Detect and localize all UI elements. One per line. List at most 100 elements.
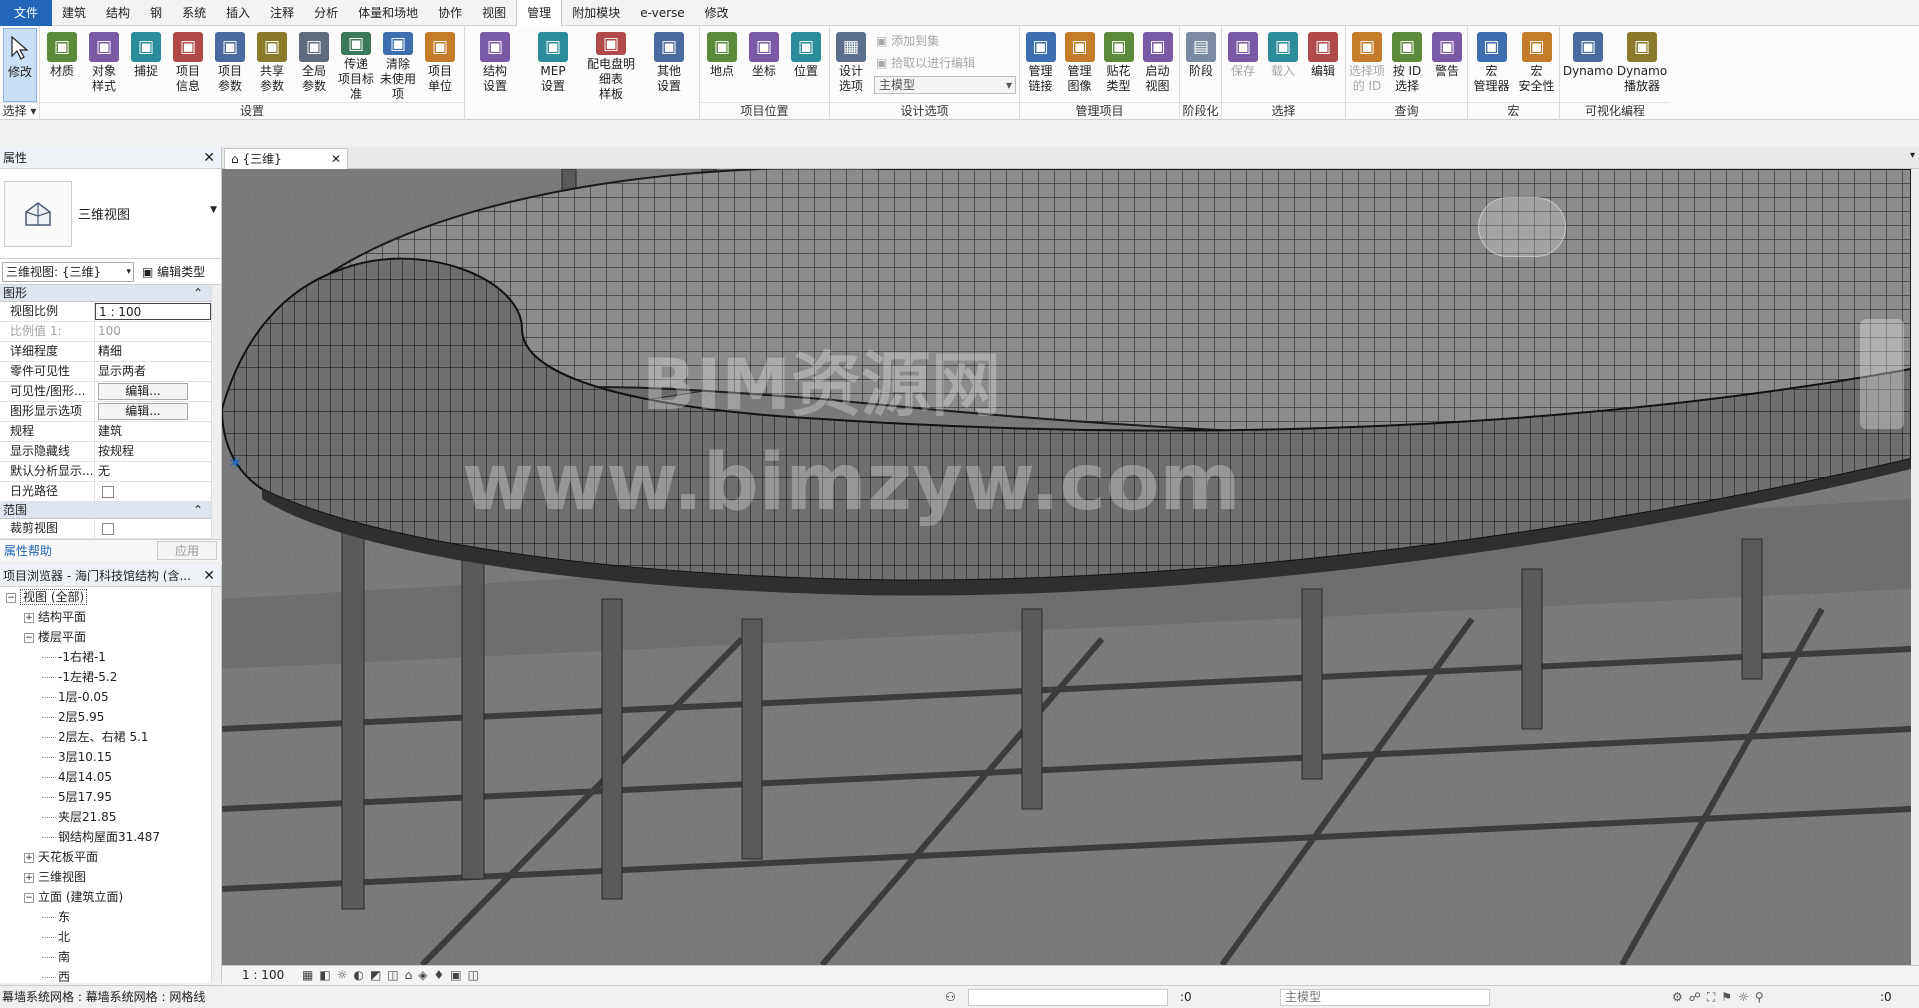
browser-item[interactable]: 4层14.05 [0,767,221,787]
grp-location-button-0[interactable]: ▣ 地点 [702,28,742,102]
viewport-scrollbar[interactable] [1911,169,1919,965]
property-value[interactable]: 建筑 [95,422,221,441]
browser-item[interactable]: 夹层21.85 [0,807,221,827]
grp-inquiry-button-0[interactable]: ▣ 选择项 的 ID [1348,28,1386,102]
properties-help-link[interactable]: 属性帮助 [4,542,52,559]
expand-toggle-icon[interactable]: + [24,872,34,883]
property-value[interactable]: 无 [95,462,221,481]
grp-settings-button-5[interactable]: ▣ 共享 参数 [252,28,292,102]
view-scale[interactable]: 1 : 100 [242,968,284,982]
expand-toggle-icon[interactable]: − [6,592,16,603]
grp-vp-button-0[interactable]: ▣ Dynamo [1562,28,1614,102]
section-graphics[interactable]: 图形 ⌃ [0,285,221,302]
menu-tab-5[interactable]: 插入 [216,0,260,26]
grp-settings2-button-1[interactable]: ▣ MEP 设置 [525,28,581,102]
grp-selection-button-1[interactable]: ▣ 载入 [1264,28,1302,102]
grp-macros-button-0[interactable]: ▣ 宏 管理器 [1470,28,1513,102]
view-tab-3d[interactable]: ⌂ {三维} ✕ [224,148,348,169]
close-icon[interactable]: ✕ [203,565,215,586]
section-extents[interactable]: 范围 ⌃ [0,502,221,519]
view-control-icons[interactable]: ▦◧☼◐◩◫⌂◈♦▣◫ [302,968,485,982]
browser-item[interactable]: 2层左、右裙 5.1 [0,727,221,747]
grp-location-button-2[interactable]: ▣ 位置 [786,28,826,102]
grp-inquiry-button-2[interactable]: ▣ 警告 [1428,28,1466,102]
grp-settings-button-9[interactable]: ▣ 项目 单位 [420,28,460,102]
pick-to-edit-button[interactable]: ▣ 拾取以进行编辑 [876,54,975,71]
grp-settings2-button-3[interactable]: ▣ 其他 设置 [641,28,697,102]
grp-settings-button-7[interactable]: ▣ 传递 项目标准 [336,28,376,102]
browser-item[interactable]: + 结构平面 [0,607,221,627]
menu-tab-10[interactable]: 视图 [472,0,516,26]
type-selector[interactable]: 三维视图 ▼ [0,169,221,259]
menu-tab-12[interactable]: 附加模块 [562,0,630,26]
grp-settings2-button-2[interactable]: ▣ 配电盘明细表 样板 [583,28,639,102]
3d-viewport-canvas[interactable]: BIM资源网 www.bimzyw.com ✶ [222,169,1911,965]
grp-settings2-button-0[interactable]: ▣ 结构 设置 [467,28,523,102]
design-options-button[interactable]: ▦ 设计 选项 [832,28,870,102]
browser-item[interactable]: 5层17.95 [0,787,221,807]
browser-item[interactable]: 钢结构屋面31.487 [0,827,221,847]
grp-settings-button-0[interactable]: ▣ 材质 [42,28,82,102]
grp-settings-button-2[interactable]: ▣ 捕捉 [126,28,166,102]
property-value[interactable] [95,482,221,501]
property-value[interactable]: 编辑... [95,402,221,421]
phases-button[interactable]: ▤ 阶段 [1182,28,1220,102]
close-icon[interactable]: ✕ [331,149,341,169]
menu-tab-2[interactable]: 结构 [96,0,140,26]
browser-item[interactable]: + 天花板平面 [0,847,221,867]
property-value[interactable]: 100 [95,322,221,341]
browser-item[interactable]: -1右裙-1 [0,647,221,667]
property-checkbox[interactable] [102,523,114,535]
browser-item[interactable]: 东 [0,907,221,927]
menu-tab-6[interactable]: 注释 [260,0,304,26]
active-design-option-select[interactable]: 主模型 ▾ [874,76,1016,94]
viewcube[interactable] [1478,197,1566,257]
browser-item[interactable]: − 楼层平面 [0,627,221,647]
edit-type-button[interactable]: ▣ 编辑类型 [142,263,205,280]
menu-tab-9[interactable]: 协作 [428,0,472,26]
grp-settings-button-1[interactable]: ▣ 对象 样式 [84,28,124,102]
menu-tab-8[interactable]: 体量和场地 [348,0,428,26]
property-value[interactable]: 按规程 [95,442,221,461]
property-value[interactable]: 1 : 100 [95,303,211,320]
grp-vp-button-1[interactable]: ▣ Dynamo 播放器 [1616,28,1668,102]
browser-item[interactable]: 北 [0,927,221,947]
add-to-set-button[interactable]: ▣ 添加到集 [876,32,939,49]
menu-tab-7[interactable]: 分析 [304,0,348,26]
design-option-select[interactable]: 主模型 [1280,989,1490,1006]
browser-item[interactable]: − 视图 (全部) [0,587,221,607]
property-value[interactable] [95,519,221,538]
modify-button[interactable]: 修改 [3,28,37,102]
browser-item[interactable]: 2层5.95 [0,707,221,727]
menu-tab-13[interactable]: e-verse [630,0,694,26]
browser-item[interactable]: − 立面 (建筑立面) [0,887,221,907]
browser-item[interactable]: 3层10.15 [0,747,221,767]
grp-location-button-1[interactable]: ▣ 坐标 [744,28,784,102]
worksets-icon[interactable]: ⚇ [945,986,956,1008]
grp-manage-button-1[interactable]: ▣ 管理 图像 [1061,28,1098,102]
property-edit-button[interactable]: 编辑... [98,403,188,420]
menu-tab-3[interactable]: 钢 [140,0,172,26]
expand-toggle-icon[interactable]: + [24,852,34,863]
properties-scrollbar[interactable] [211,285,221,553]
grp-settings-button-3[interactable]: ▣ 项目 信息 [168,28,208,102]
grp-macros-button-1[interactable]: ▣ 宏 安全性 [1515,28,1558,102]
grp-manage-button-0[interactable]: ▣ 管理 链接 [1022,28,1059,102]
navigation-bar[interactable] [1860,319,1904,429]
property-value[interactable]: 精细 [95,342,221,361]
selection-option-icons[interactable]: ⚙☍⛶⚑☼⚲ [1672,986,1770,1008]
property-checkbox[interactable] [102,486,114,498]
menu-tab-1[interactable]: 建筑 [52,0,96,26]
grp-settings-button-4[interactable]: ▣ 项目 参数 [210,28,250,102]
browser-scrollbar[interactable] [211,587,221,983]
instance-filter-select[interactable]: 三维视图: {三维} ▾ [2,261,134,282]
property-edit-button[interactable]: 编辑... [98,383,188,400]
expand-toggle-icon[interactable]: − [24,632,34,643]
browser-item[interactable]: 1层-0.05 [0,687,221,707]
menu-tab-11[interactable]: 管理 [516,0,563,26]
browser-item[interactable]: + 三维视图 [0,867,221,887]
menu-tab-14[interactable]: 修改 [695,0,739,26]
grp-selection-button-2[interactable]: ▣ 编辑 [1304,28,1342,102]
close-icon[interactable]: ✕ [203,147,215,168]
menu-tab-4[interactable]: 系统 [172,0,216,26]
